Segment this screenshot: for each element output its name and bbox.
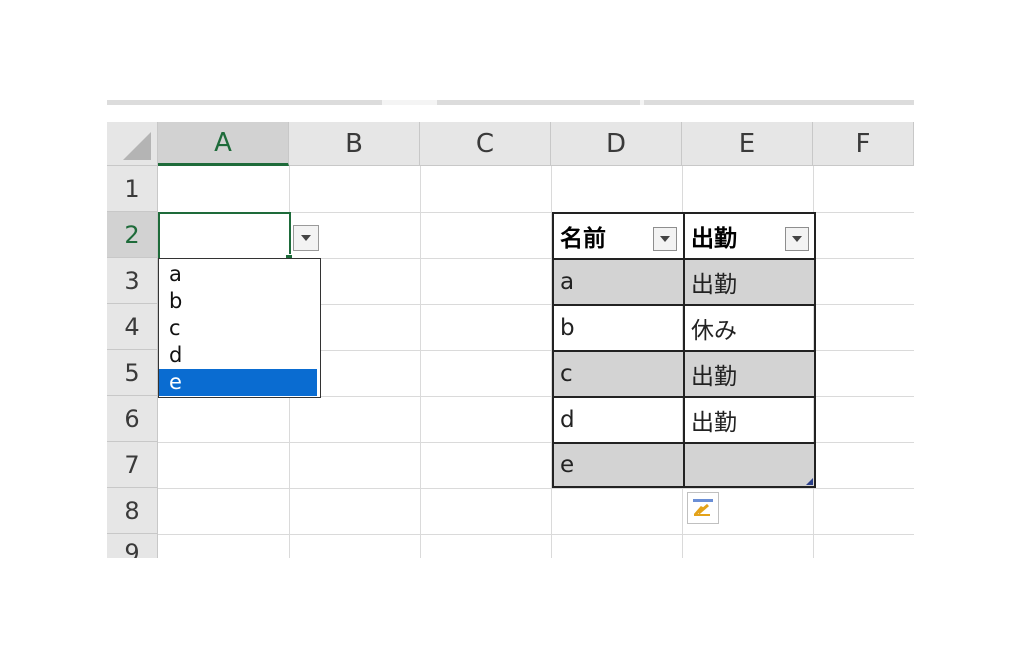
- gridline: [420, 166, 421, 558]
- validation-dropdown-button[interactable]: [293, 225, 319, 251]
- column-header-d[interactable]: D: [551, 122, 682, 166]
- row-header-2[interactable]: 2: [107, 212, 158, 258]
- column-header-c[interactable]: C: [420, 122, 551, 166]
- select-all-corner[interactable]: [107, 122, 158, 166]
- row-header-8[interactable]: 8: [107, 488, 158, 534]
- table-divider: [552, 258, 816, 260]
- table-resize-handle[interactable]: [806, 478, 813, 485]
- gridline: [158, 488, 914, 489]
- column-header-b[interactable]: B: [289, 122, 420, 166]
- row-header-7[interactable]: 7: [107, 442, 158, 488]
- dropdown-option-c[interactable]: c: [159, 315, 317, 342]
- row-header-5[interactable]: 5: [107, 350, 158, 396]
- row-header-3[interactable]: 3: [107, 258, 158, 304]
- row-header-9[interactable]: 9: [107, 534, 158, 558]
- table-divider: [552, 304, 816, 306]
- quick-analysis-button[interactable]: [687, 492, 719, 524]
- spreadsheet-grid: A B C D E F 1 2 3 4 5 6 7 8 9 a b c d e …: [107, 100, 914, 558]
- row-header-1[interactable]: 1: [107, 166, 158, 212]
- active-cell-a2[interactable]: [158, 212, 293, 262]
- table-divider: [552, 442, 816, 444]
- gridline: [158, 534, 914, 535]
- column-header-a[interactable]: A: [158, 122, 289, 166]
- chevron-down-icon: [301, 235, 311, 241]
- quick-analysis-icon: [693, 499, 713, 516]
- row-header-4[interactable]: 4: [107, 304, 158, 350]
- select-all-triangle-icon: [123, 132, 151, 160]
- validation-dropdown-list: a b c d e: [158, 258, 321, 398]
- column-header-e[interactable]: E: [682, 122, 813, 166]
- dropdown-option-d[interactable]: d: [159, 342, 317, 369]
- column-header-f[interactable]: F: [813, 122, 914, 166]
- dropdown-option-e[interactable]: e: [159, 369, 317, 396]
- dropdown-option-b[interactable]: b: [159, 288, 317, 315]
- row-header-6[interactable]: 6: [107, 396, 158, 442]
- top-toolbar-strip: [107, 100, 914, 105]
- table-divider: [552, 396, 816, 398]
- dropdown-option-a[interactable]: a: [159, 261, 317, 288]
- table-divider: [552, 350, 816, 352]
